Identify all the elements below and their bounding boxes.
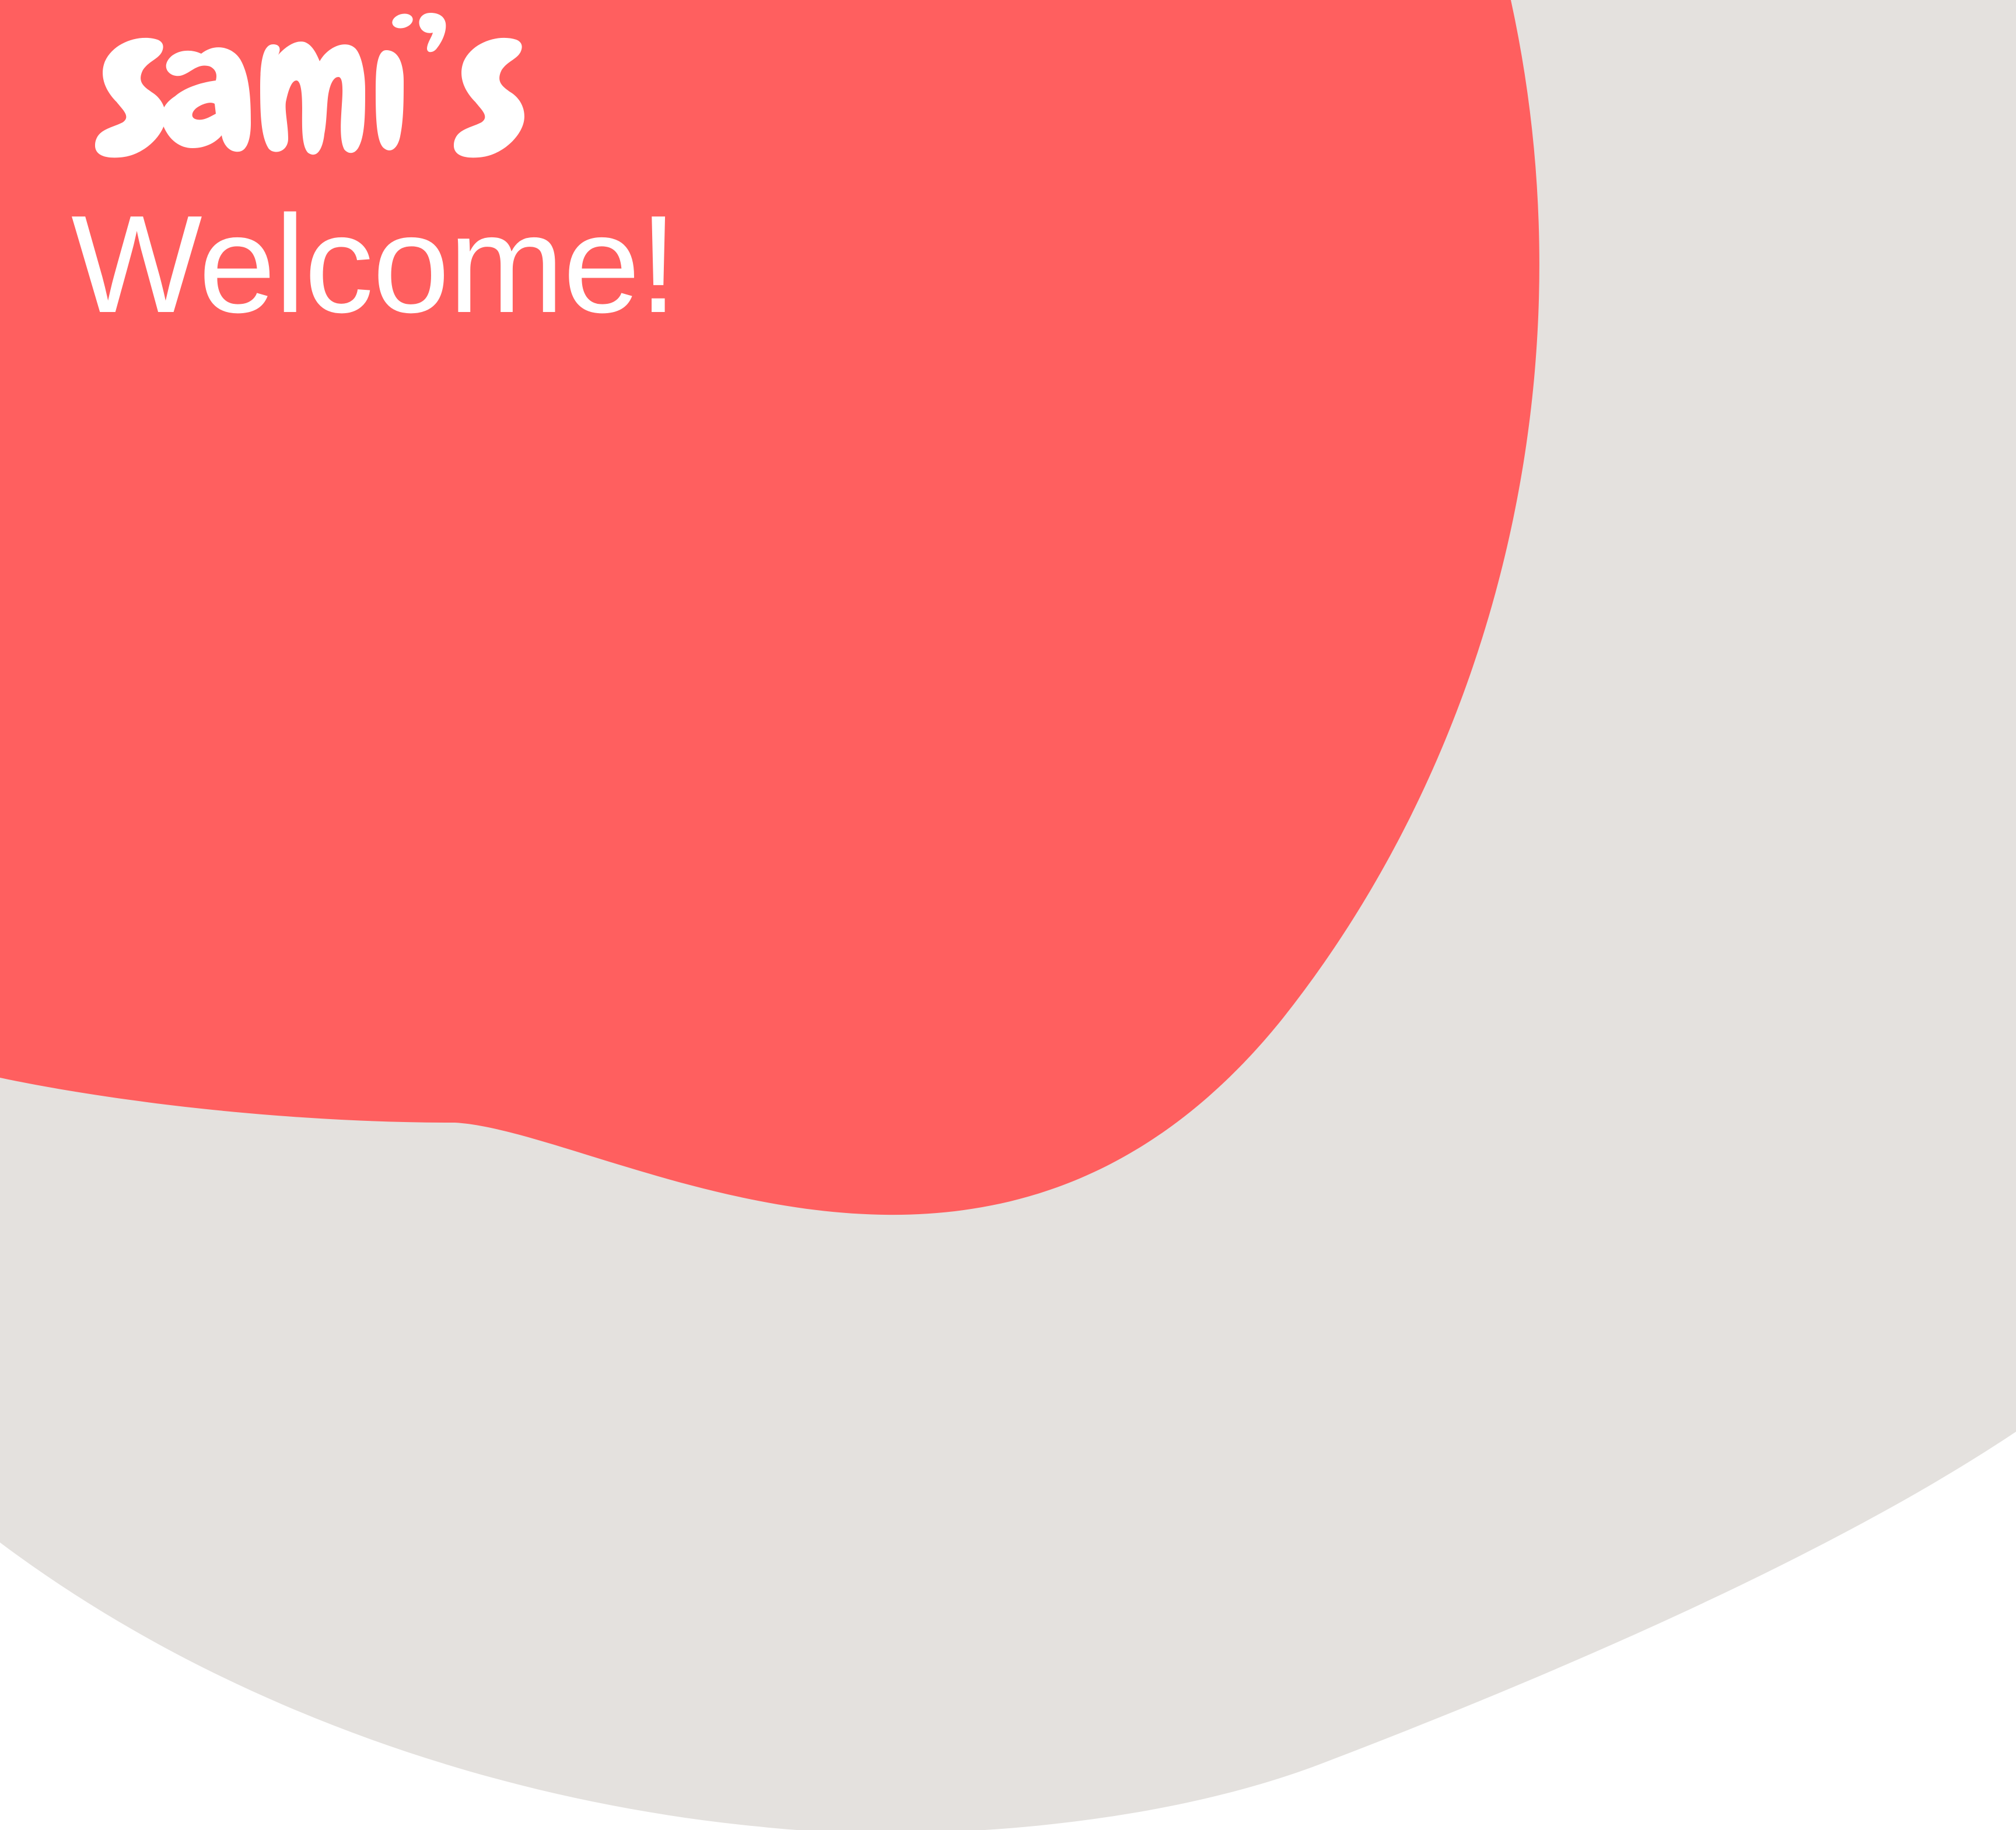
sami-s-logo <box>94 13 524 158</box>
welcome-heading: Welcome! <box>71 187 678 342</box>
welcome-screen: Welcome! <box>0 0 2016 1830</box>
